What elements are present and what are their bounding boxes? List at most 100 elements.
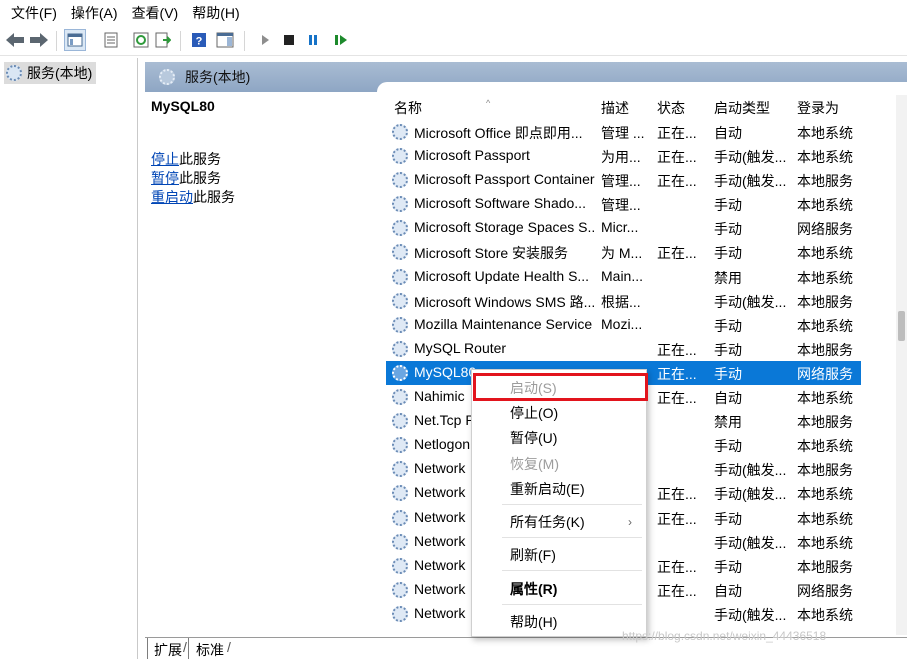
service-status: 正在... (657, 510, 697, 527)
restart-service-icon[interactable] (330, 29, 352, 51)
back-arrow-icon[interactable] (4, 29, 26, 51)
service-gear-icon (392, 509, 408, 526)
menu-help[interactable]: 帮助(H) (185, 3, 246, 23)
service-startup-type: 自动 (714, 125, 742, 141)
refresh-icon[interactable] (130, 29, 152, 51)
service-gear-icon (392, 220, 408, 237)
service-name: Microsoft Software Shado... (414, 195, 586, 212)
service-log-on-as: 本地系统 (797, 438, 853, 455)
menu-item-restart[interactable]: 重新启动(E) (472, 478, 646, 500)
show-hide-console-tree-icon[interactable] (64, 29, 86, 51)
stop-service-icon[interactable] (278, 29, 300, 51)
help-icon[interactable]: ? (188, 29, 210, 51)
column-header-status[interactable]: 状态 (657, 98, 685, 118)
service-startup-type: 手动 (714, 197, 742, 214)
show-action-pane-icon[interactable] (214, 29, 236, 51)
service-startup-type: 手动(触发... (714, 462, 787, 479)
menu-view[interactable]: 查看(V) (125, 3, 186, 23)
menu-action[interactable]: 操作(A) (64, 3, 125, 23)
menu-file[interactable]: 文件(F) (4, 3, 64, 23)
service-log-on-as: 本地服务 (797, 462, 853, 479)
service-startup-type: 手动 (714, 221, 742, 238)
service-row[interactable]: Microsoft Passport 为用... 正在... 手动(触发... 本地系统 (386, 144, 861, 168)
service-status: 正在... (657, 125, 697, 141)
pause-service-icon[interactable] (302, 29, 324, 51)
service-log-on-as: 本地系统 (797, 486, 853, 503)
menu-item-refresh[interactable]: 刷新(F) (472, 544, 646, 566)
service-log-on-as: 本地系统 (797, 317, 853, 334)
service-log-on-as: 网络服务 (797, 365, 853, 382)
service-description: 管理... (601, 173, 641, 190)
forward-arrow-icon[interactable] (28, 29, 50, 51)
service-startup-type: 手动(触发... (714, 606, 787, 623)
pane-header-title: 服务(本地) (185, 69, 251, 85)
service-name: Microsoft Update Health S... (414, 267, 590, 284)
start-service-icon[interactable] (254, 29, 276, 51)
column-header-startup-type[interactable]: 启动类型 (714, 98, 770, 118)
service-log-on-as: 本地系统 (797, 245, 853, 262)
menu-separator (502, 504, 642, 505)
menu-item-stop[interactable]: 停止(O) (472, 402, 646, 424)
service-gear-icon (392, 461, 408, 478)
action-restart-line: 重启动此服务 (151, 188, 371, 207)
column-header-log-on-as[interactable]: 登录为 (797, 98, 839, 118)
menu-item-properties[interactable]: 属性(R) (472, 578, 646, 600)
column-header-name[interactable]: 名称 (394, 98, 422, 118)
action-suffix: 此服务 (179, 151, 221, 167)
menu-separator (502, 604, 642, 605)
services-gear-icon (159, 69, 175, 85)
service-gear-icon (392, 557, 408, 574)
tree-item-services-local[interactable]: 服务(本地) (4, 62, 97, 84)
properties-icon[interactable] (100, 29, 122, 51)
service-description: 根据... (601, 293, 641, 310)
service-log-on-as: 本地系统 (797, 197, 853, 214)
service-row[interactable]: Microsoft Windows SMS 路... 根据... 手动(触发... 本… (386, 289, 861, 313)
service-row[interactable]: Mozilla Maintenance Service Mozi... 手动 本地系统 (386, 313, 861, 337)
service-log-on-as: 网络服务 (797, 582, 853, 599)
export-list-icon[interactable] (152, 29, 174, 51)
service-log-on-as: 本地系统 (797, 534, 853, 551)
context-menu: 启动(S) 停止(O) 暂停(U) 恢复(M) 重新启动(E) 所有任务(K) … (471, 369, 647, 637)
service-status: 正在... (657, 558, 697, 575)
menu-item-all-tasks[interactable]: 所有任务(K) › (472, 511, 646, 533)
stop-service-link[interactable]: 停止 (151, 151, 179, 167)
service-gear-icon (392, 437, 408, 454)
scrollbar-thumb[interactable] (898, 311, 905, 341)
service-gear-icon (392, 244, 408, 261)
menu-item-all-tasks-label: 所有任务(K) (510, 514, 585, 530)
service-log-on-as: 本地服务 (797, 173, 853, 190)
service-startup-type: 手动 (714, 245, 742, 262)
service-log-on-as: 本地系统 (797, 390, 853, 407)
service-row[interactable]: Microsoft Storage Spaces S... Micr... 手动 网络… (386, 216, 861, 240)
service-row[interactable]: Microsoft Passport Container 管理... 正在... 手动… (386, 168, 861, 192)
service-startup-type: 手动 (714, 341, 742, 358)
service-log-on-as: 本地服务 (797, 414, 853, 431)
service-row[interactable]: Microsoft Update Health S... Main... 禁用 本地系… (386, 265, 861, 289)
service-startup-type: 禁用 (714, 269, 742, 286)
menu-item-help[interactable]: 帮助(H) (472, 611, 646, 633)
service-log-on-as: 网络服务 (797, 221, 853, 238)
action-suffix: 此服务 (193, 189, 235, 205)
service-detail-panel: MySQL80 停止此服务 暂停此服务 重启动此服务 (151, 98, 371, 207)
column-header-description[interactable]: 描述 (601, 98, 629, 118)
service-row[interactable]: Microsoft Software Shado... 管理... 手动 本地系统 (386, 192, 861, 216)
menu-item-resume[interactable]: 恢复(M) (472, 453, 646, 475)
service-log-on-as: 本地服务 (797, 293, 853, 310)
service-log-on-as: 本地系统 (797, 606, 853, 623)
service-gear-icon (392, 485, 408, 502)
pause-service-link[interactable]: 暂停 (151, 170, 179, 186)
submenu-chevron-icon: › (628, 515, 632, 529)
menu-separator (502, 570, 642, 571)
service-row[interactable]: Microsoft Store 安装服务 为 M... 正在... 手动 本地系统 (386, 240, 861, 264)
service-row[interactable]: Microsoft Office 即点即用... 管理 ... 正在... 自动 本地系… (386, 120, 861, 144)
restart-service-link[interactable]: 重启动 (151, 189, 193, 205)
vertical-scrollbar[interactable] (896, 95, 907, 635)
tab-standard[interactable]: 标准 (190, 638, 230, 659)
svg-text:?: ? (196, 36, 203, 48)
service-description: Mozi... (601, 315, 643, 332)
service-gear-icon (392, 340, 408, 357)
menu-item-pause[interactable]: 暂停(U) (472, 427, 646, 449)
selected-service-name: MySQL80 (151, 98, 215, 114)
service-row[interactable]: MySQL Router 正在... 手动 本地服务 (386, 337, 861, 361)
toolbar-separator (56, 31, 57, 51)
